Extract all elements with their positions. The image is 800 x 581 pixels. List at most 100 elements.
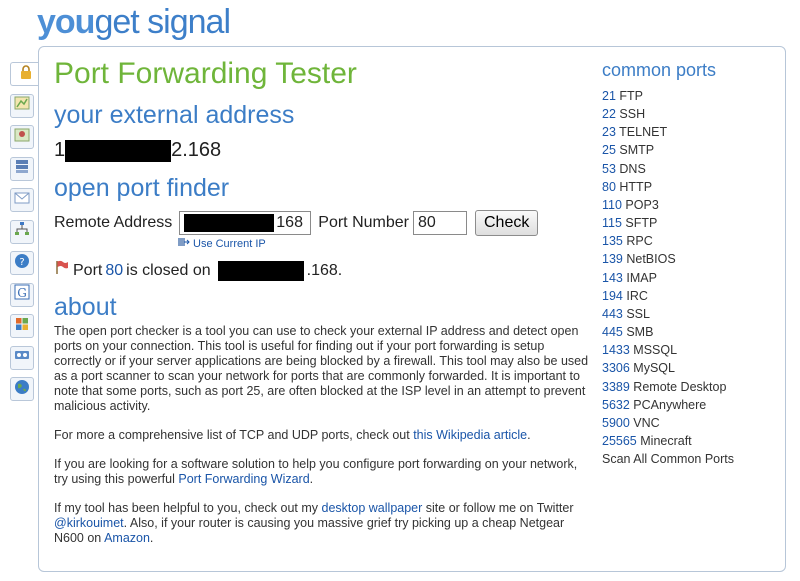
site-logo[interactable]: youget signal xyxy=(37,2,231,42)
map-pin-icon xyxy=(14,127,30,148)
port-item[interactable]: 53 DNS xyxy=(602,160,782,178)
port-item[interactable]: 3306 MySQL xyxy=(602,359,782,377)
redacted-result-ip xyxy=(217,260,304,281)
tool-media[interactable] xyxy=(10,345,34,370)
remote-address-suffix: 168 xyxy=(276,214,303,231)
port-name: PCAnywhere xyxy=(633,397,707,412)
svg-text:?: ? xyxy=(19,257,24,268)
result-status: is closed on xyxy=(126,261,211,279)
wikipedia-link[interactable]: this Wikipedia article xyxy=(413,428,527,442)
port-item[interactable]: 194 IRC xyxy=(602,287,782,305)
use-current-ip-link[interactable]: Use Current IP xyxy=(178,237,266,251)
external-ip: 1 2.168 xyxy=(54,137,221,163)
port-number: 115 xyxy=(602,216,622,231)
tool-map[interactable] xyxy=(10,93,34,118)
port-number-input[interactable]: 80 xyxy=(412,211,467,235)
about-p3-end: . xyxy=(309,472,314,486)
port-item[interactable]: 80 HTTP xyxy=(602,178,782,196)
port-name: SFTP xyxy=(625,216,658,231)
result-port-link[interactable]: 80 xyxy=(105,260,123,282)
tool-email[interactable] xyxy=(10,188,34,212)
port-name: FTP xyxy=(619,89,643,103)
scan-all-ports-link[interactable]: Scan All Common Ports xyxy=(602,450,782,468)
about-p3-text: If you are looking for a software soluti… xyxy=(54,457,578,486)
tool-location[interactable] xyxy=(10,125,34,149)
port-number: 3389 xyxy=(602,379,630,394)
port-number: 5900 xyxy=(602,415,630,430)
server-icon xyxy=(14,158,30,179)
port-item[interactable]: 110 POP3 xyxy=(602,196,782,214)
port-item[interactable]: 25 SMTP xyxy=(602,141,782,159)
port-number: 25 xyxy=(602,143,616,158)
tool-google[interactable]: G xyxy=(10,282,34,307)
result-suffix: .168. xyxy=(306,261,343,279)
port-item[interactable]: 115 SFTP xyxy=(602,214,782,232)
redacted-ip xyxy=(65,139,172,162)
port-finder-form: Remote Address 168 Port Number 80 Check xyxy=(54,210,539,236)
tool-help[interactable]: ? xyxy=(10,251,34,275)
port-name: Minecraft xyxy=(640,433,692,448)
svg-text:G: G xyxy=(17,286,27,300)
page-title: Port Forwarding Tester xyxy=(54,57,357,90)
network-icon xyxy=(14,221,30,242)
port-forwarding-wizard-link[interactable]: Port Forwarding Wizard xyxy=(178,472,309,486)
ip-prefix: 1 xyxy=(54,139,66,161)
port-number-label: Port Number xyxy=(318,214,409,231)
port-name: IRC xyxy=(626,288,648,303)
about-paragraph-2: For more a comprehensive list of TCP and… xyxy=(54,428,589,443)
port-item[interactable]: 23 TELNET xyxy=(602,123,782,141)
tool-network[interactable] xyxy=(10,219,34,244)
port-name: RPC xyxy=(626,234,653,249)
port-number: 443 xyxy=(602,306,623,321)
port-number: 3306 xyxy=(602,361,630,376)
port-item[interactable]: 139 NetBIOS xyxy=(602,250,782,268)
port-number: 80 xyxy=(602,179,616,194)
tool-port-forwarding[interactable] xyxy=(10,62,40,86)
port-number: 110 xyxy=(602,197,622,212)
tool-windows[interactable] xyxy=(10,314,34,338)
twitter-link[interactable]: @kirkouimet xyxy=(54,516,124,530)
port-name: Remote Desktop xyxy=(633,379,727,394)
common-ports-panel: common ports 21 FTP 22 SSH 23 TELNET 25 … xyxy=(602,56,782,468)
port-item[interactable]: 25565 Minecraft xyxy=(602,432,782,450)
common-ports-heading: common ports xyxy=(602,60,717,80)
port-item[interactable]: 443 SSL xyxy=(602,305,782,323)
port-item[interactable]: 5900 VNC xyxy=(602,414,782,432)
port-item[interactable]: 5632 PCAnywhere xyxy=(602,396,782,414)
port-name: NetBIOS xyxy=(626,252,676,267)
port-item[interactable]: 445 SMB xyxy=(602,323,782,341)
port-item[interactable]: 22 SSH xyxy=(602,105,782,123)
help-icon: ? xyxy=(14,253,30,274)
result-prefix: Port xyxy=(73,261,103,279)
about-p2-text: For more a comprehensive list of TCP and… xyxy=(54,428,410,442)
ip-suffix: 2.168 xyxy=(171,139,222,161)
about-p4-d: . xyxy=(149,531,154,545)
about-paragraph-1: The open port checker is a tool you can … xyxy=(54,324,589,413)
port-item[interactable]: 135 RPC xyxy=(602,232,782,250)
logo-you: you xyxy=(37,3,95,41)
port-item[interactable]: 21 FTP xyxy=(602,87,782,105)
port-number: 139 xyxy=(602,252,623,267)
port-result: Port 80 is closed on .168. xyxy=(54,259,342,282)
port-number: 53 xyxy=(602,161,616,176)
port-item[interactable]: 143 IMAP xyxy=(602,269,782,287)
port-item[interactable]: 3389 Remote Desktop xyxy=(602,378,782,396)
port-number: 1433 xyxy=(602,343,630,358)
desktop-wallpaper-link[interactable]: desktop wallpaper xyxy=(322,501,423,515)
port-name: MSSQL xyxy=(633,343,678,358)
about-p4-a: If my tool has been helpful to you, chec… xyxy=(54,501,319,515)
port-number: 5632 xyxy=(602,397,630,412)
check-button[interactable]: Check xyxy=(474,210,539,236)
tool-server[interactable] xyxy=(10,156,34,181)
about-paragraph-4: If my tool has been helpful to you, chec… xyxy=(54,501,589,546)
port-name: DNS xyxy=(619,161,646,176)
port-name: SSL xyxy=(626,306,650,321)
port-name: HTTP xyxy=(619,179,653,194)
tool-globe[interactable] xyxy=(10,377,34,401)
amazon-link[interactable]: Amazon xyxy=(104,531,150,545)
port-item[interactable]: 1433 MSSQL xyxy=(602,341,782,359)
port-name: POP3 xyxy=(625,197,659,212)
remote-address-input[interactable]: 168 xyxy=(179,211,312,235)
use-current-ip-label: Use Current IP xyxy=(193,238,266,250)
about-paragraph-3: If you are looking for a software soluti… xyxy=(54,457,589,487)
